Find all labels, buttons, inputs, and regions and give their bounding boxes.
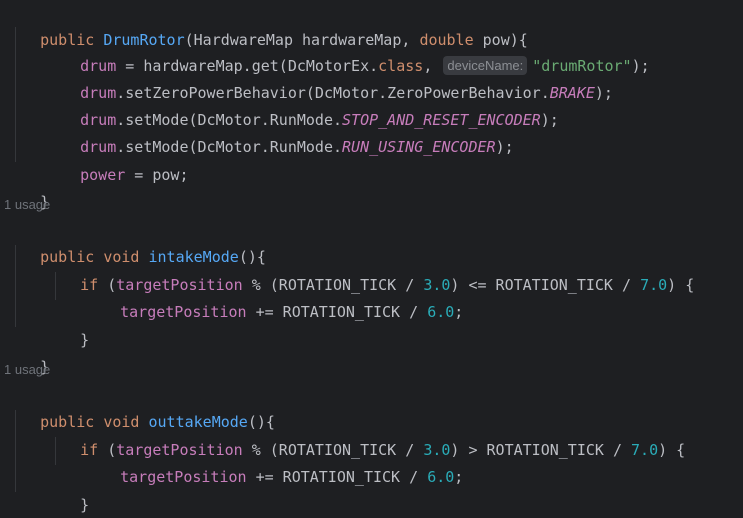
code-line[interactable]: } [0,162,743,211]
code-line[interactable]: drum = hardwareMap.get(DcMotorEx.class, … [0,26,743,75]
code-line[interactable]: public void intakeMode(){ [0,217,743,266]
code-line[interactable]: } [0,465,743,514]
code-line[interactable]: drum.setZeroPowerBehavior(DcMotor.ZeroPo… [0,53,743,102]
code-line[interactable]: power = pow; [0,135,743,184]
code-line[interactable]: } [0,300,743,349]
code-line[interactable]: if (targetPosition % (ROTATION_TICK / 3.… [0,410,743,459]
code-editor[interactable]: public DrumRotor(HardwareMap hardwareMap… [0,0,743,518]
code-line[interactable]: } [0,327,743,376]
code-line[interactable]: } [0,492,743,518]
code-line[interactable]: public void outtakeMode(){ [0,382,743,431]
usage-hint[interactable]: 1 usage [4,359,50,381]
code-line[interactable]: if (targetPosition % (ROTATION_TICK / 3.… [0,245,743,294]
code-line[interactable]: public DrumRotor(HardwareMap hardwareMap… [0,0,743,49]
code-line[interactable]: drum.setMode(DcMotor.RunMode.RUN_USING_E… [0,107,743,156]
code-line[interactable]: drum.setMode(DcMotor.RunMode.STOP_AND_RE… [0,80,743,129]
usage-hint[interactable]: 1 usage [4,194,50,216]
code-line[interactable]: targetPosition += ROTATION_TICK / 6.0; [0,272,743,321]
code-line[interactable]: targetPosition += ROTATION_TICK / 6.0; [0,437,743,486]
